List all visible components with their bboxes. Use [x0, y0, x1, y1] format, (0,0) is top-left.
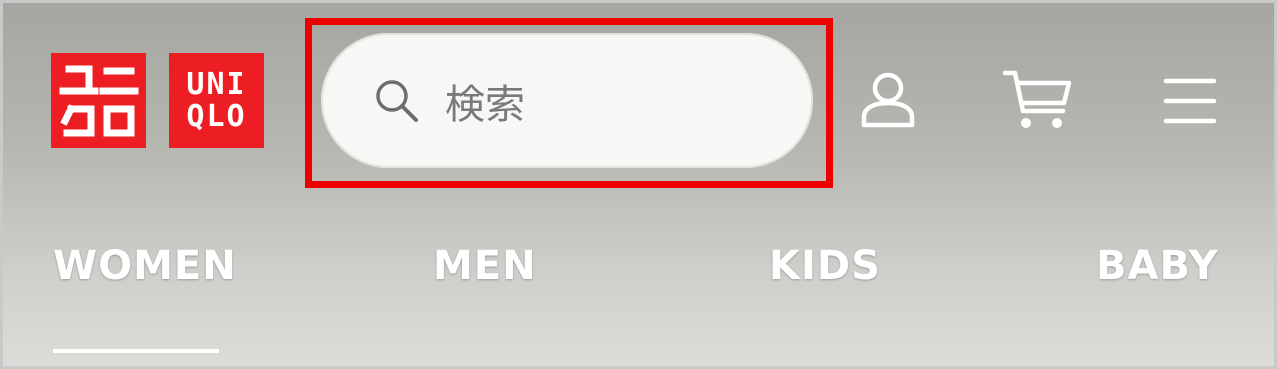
uniqlo-logo[interactable]: UNI QLO	[169, 53, 264, 148]
cart-icon[interactable]	[1001, 67, 1075, 133]
tab-women[interactable]: WOMEN	[53, 243, 237, 289]
uniqlo-logo-text: UNI QLO	[186, 66, 247, 134]
tab-baby[interactable]: BABY	[1096, 243, 1219, 289]
logo-line-1: UNI	[186, 66, 247, 102]
screenshot-frame: UNI QLO 検索 WOMEN MEN KIDS BABY	[0, 0, 1277, 369]
annotation-highlight-box	[305, 18, 833, 188]
active-tab-indicator	[53, 349, 219, 353]
tab-men[interactable]: MEN	[433, 243, 537, 289]
uniqlo-katakana-logo[interactable]	[51, 53, 146, 148]
uniqlo-katakana-logo-mark	[59, 65, 139, 137]
logo-line-2: QLO	[186, 98, 247, 134]
user-icon[interactable]	[858, 69, 918, 131]
menu-icon[interactable]	[1161, 75, 1219, 127]
tab-kids[interactable]: KIDS	[769, 243, 881, 289]
